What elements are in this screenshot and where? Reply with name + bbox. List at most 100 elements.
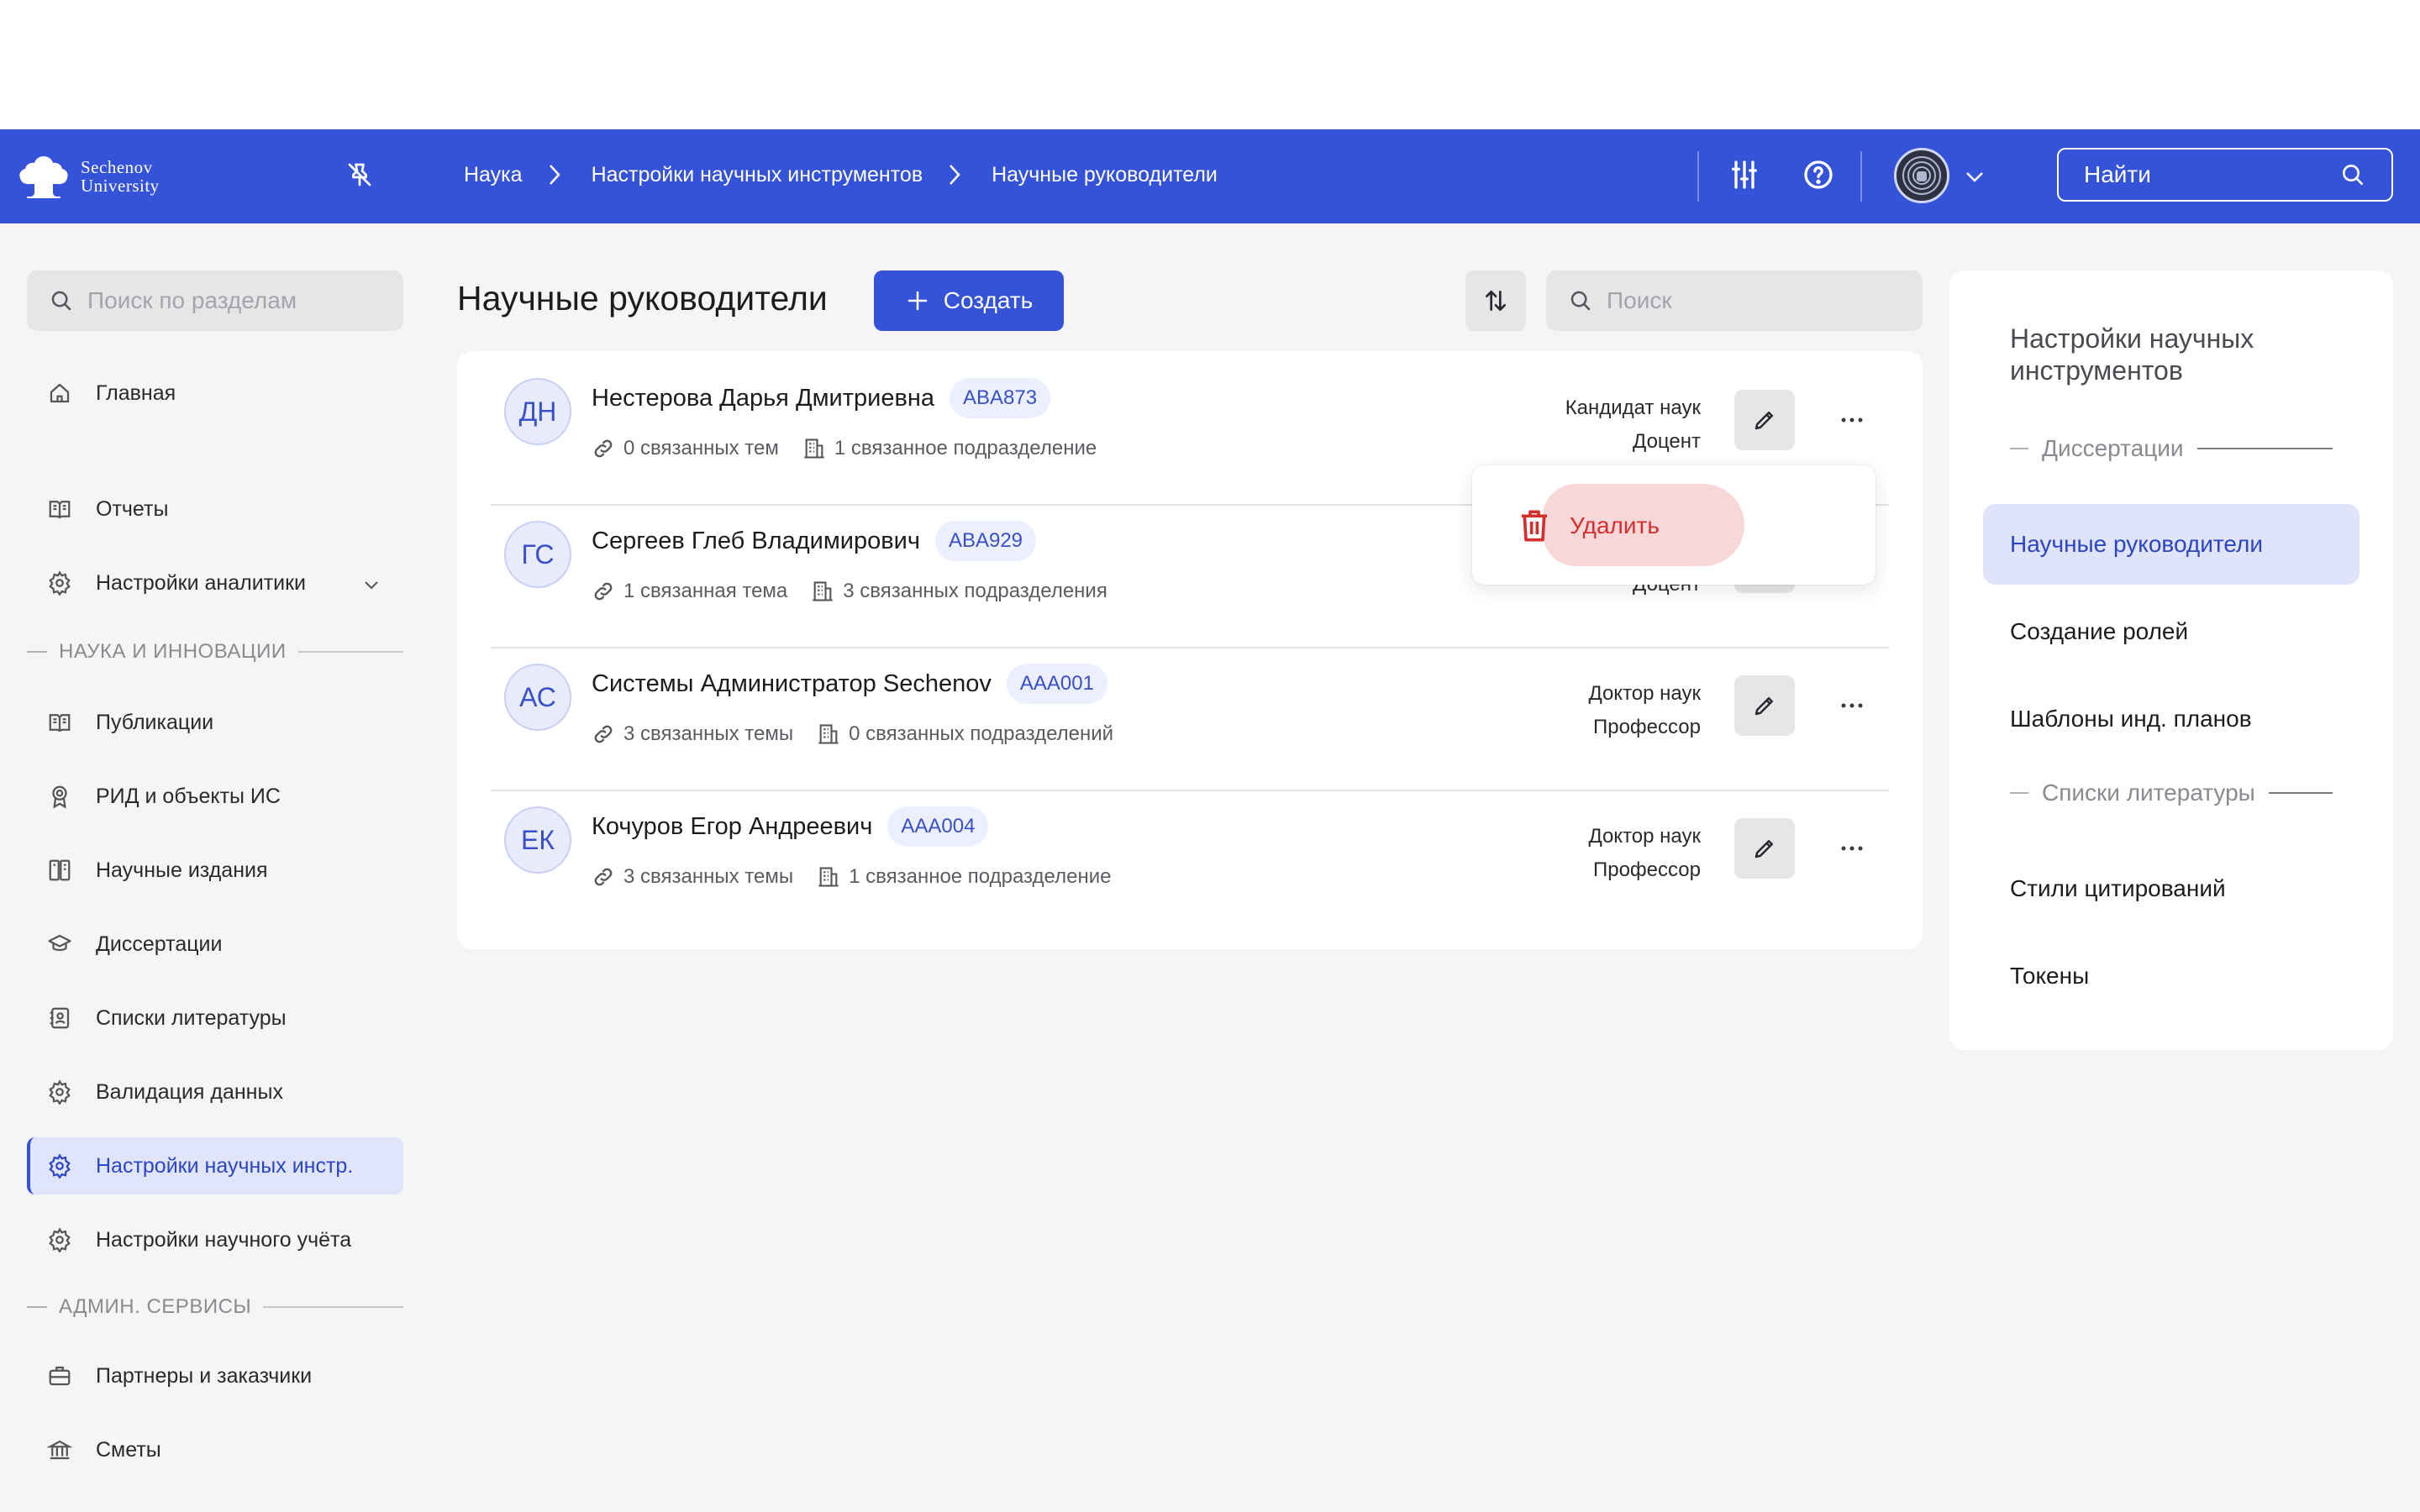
list-item[interactable]: ЕК Кочуров Егор Андреевич AAA004 3 связа… [491, 780, 1889, 922]
create-button[interactable]: Создать [874, 270, 1064, 331]
chevron-right-icon [548, 158, 566, 192]
book-icon [49, 714, 71, 732]
breadcrumb-item-settings[interactable]: Настройки научных инструментов [592, 163, 923, 187]
linked-units: 1 связанное подразделение [817, 865, 1111, 889]
panel-title: Настройки научных инструментов [2010, 323, 2254, 386]
briefcase-icon [49, 1366, 71, 1386]
delete-menu-item[interactable]: Удалить [1518, 487, 1744, 564]
chevron-down-icon [365, 581, 378, 590]
sidebar-item-home[interactable]: Главная [27, 365, 403, 422]
page-title: Научные руководители [457, 279, 828, 318]
sidebar-item-estimates[interactable]: Сметы [27, 1421, 403, 1478]
panel-item-plan-templates[interactable]: Шаблоны инд. планов [1983, 679, 2360, 759]
avatar: ДН [504, 378, 571, 445]
academic-title: Профессор [1592, 716, 1701, 738]
sidebar-item-science-tools-settings[interactable]: Настройки научных инстр. [27, 1137, 403, 1194]
section-label: Диссертации [2042, 435, 2184, 461]
list-search-input[interactable]: Поиск [1546, 270, 1923, 331]
linked-topics-text: 1 связанная тема [623, 580, 788, 602]
plus-icon [908, 291, 928, 311]
building-icon [818, 867, 839, 887]
supervisor-code-badge: ABA929 [934, 521, 1037, 561]
list-item[interactable]: АС Системы Администратор Sechenov AAA001… [491, 637, 1889, 780]
panel-item-citation-styles[interactable]: Стили цитирований [1983, 848, 2360, 929]
section-label: АДМИН. СЕРВИСЫ [59, 1295, 252, 1318]
sidebar-item-publications[interactable]: Публикации [27, 694, 403, 751]
academic-title: Профессор [1592, 858, 1701, 881]
edit-button[interactable] [1734, 818, 1795, 879]
gear-icon [49, 1153, 71, 1179]
linked-units: 0 связанных подразделений [817, 722, 1113, 746]
sidebar-item-analytics-settings[interactable]: Настройки аналитики [27, 554, 403, 612]
sidebar-item-label: Настройки научного учёта [96, 1227, 352, 1252]
graduation-cap-icon [48, 934, 71, 951]
linked-topics-text: 0 связанных тем [623, 437, 779, 459]
sidebar-item-journals[interactable]: Научные издания [27, 842, 403, 899]
sort-button[interactable] [1465, 270, 1526, 331]
unpin-sidebar-button[interactable] [345, 160, 375, 190]
book-icon [49, 501, 71, 519]
breadcrumb-item-science[interactable]: Наука [464, 163, 523, 187]
search-icon [2343, 165, 2363, 185]
sidebar-item-label: Научные издания [96, 858, 268, 882]
gear-icon [49, 1079, 71, 1105]
fingerprint-avatar-icon [1902, 156, 1941, 195]
sidebar-item-dissertations[interactable]: Диссертации [27, 916, 403, 973]
sechenov-logo[interactable]: Sechenov University [17, 153, 160, 200]
sidebar-item-rid[interactable]: РИД и объекты ИС [27, 768, 403, 825]
link-icon [594, 439, 613, 458]
ellipsis-icon [1841, 703, 1863, 708]
sidebar-item-label: Диссертации [96, 932, 223, 956]
breadcrumb: Наука Настройки научных инструментов Нау… [464, 158, 1218, 192]
gear-icon [49, 570, 71, 596]
supervisor-code-badge: AAA001 [1006, 664, 1107, 704]
sidebar-item-science-accounting-settings[interactable]: Настройки научного учёта [27, 1211, 403, 1268]
user-menu-chevron[interactable] [1963, 165, 1986, 188]
sidebar: Поиск по разделам Главная Отчеты Настрой… [0, 223, 420, 1512]
create-button-label: Создать [943, 287, 1034, 313]
global-search[interactable]: Найти [2057, 148, 2393, 202]
pencil-icon [1754, 412, 1773, 430]
help-button[interactable] [1802, 158, 1835, 192]
sidebar-item-partners[interactable]: Партнеры и заказчики [27, 1347, 403, 1404]
section-label: НАУКА И ИННОВАЦИИ [59, 640, 287, 663]
delete-label: Удалить [1570, 512, 1660, 538]
sidebar-item-label: Валидация данных [96, 1079, 283, 1104]
panel-item-tokens[interactable]: Токены [1983, 936, 2360, 1016]
ellipsis-icon [1841, 417, 1863, 423]
linked-units: 3 связанных подразделения [811, 580, 1107, 603]
panel-item-supervisors[interactable]: Научные руководители [1983, 504, 2360, 585]
top-header: Sechenov University Наука Настройки науч… [0, 129, 2420, 223]
more-actions-button[interactable] [1827, 675, 1877, 736]
sidebar-item-label: Настройки аналитики [96, 570, 307, 595]
trash-icon [1522, 510, 1547, 542]
award-icon [52, 785, 67, 809]
sidebar-search-input[interactable]: Поиск по разделам [27, 270, 403, 331]
linked-topics-text: 3 связанных темы [623, 865, 794, 888]
linked-topics: 3 связанных темы [592, 722, 793, 746]
search-icon [51, 291, 71, 311]
tree-logo-icon [19, 156, 68, 198]
sidebar-item-bibliography[interactable]: Списки литературы [27, 990, 403, 1047]
sidebar-item-reports[interactable]: Отчеты [27, 480, 403, 538]
more-actions-button[interactable] [1827, 390, 1877, 450]
linked-units-text: 0 связанных подразделений [849, 722, 1114, 745]
sidebar-item-label: Главная [96, 381, 176, 405]
panel-item-roles[interactable]: Создание ролей [1983, 591, 2360, 672]
edit-button[interactable] [1734, 390, 1795, 450]
linked-topics: 3 связанных темы [592, 865, 793, 889]
search-icon [1570, 291, 1591, 311]
link-icon [594, 582, 613, 601]
pin-off-icon [348, 163, 371, 186]
more-actions-button[interactable] [1827, 818, 1877, 879]
breadcrumb-item-current: Научные руководители [992, 162, 1218, 186]
filters-button[interactable] [1728, 158, 1761, 192]
sidebar-item-data-validation[interactable]: Валидация данных [27, 1063, 403, 1121]
edit-button[interactable] [1734, 675, 1795, 736]
linked-units-text: 1 связанное подразделение [834, 437, 1097, 459]
linked-units-text: 1 связанное подразделение [849, 865, 1112, 888]
supervisor-role: Доктор наук Профессор [1588, 820, 1701, 887]
user-avatar[interactable] [1894, 148, 1949, 203]
panel-section-bibliography: Списки литературы [2010, 780, 2333, 806]
list-search-placeholder: Поиск [1607, 287, 1672, 313]
